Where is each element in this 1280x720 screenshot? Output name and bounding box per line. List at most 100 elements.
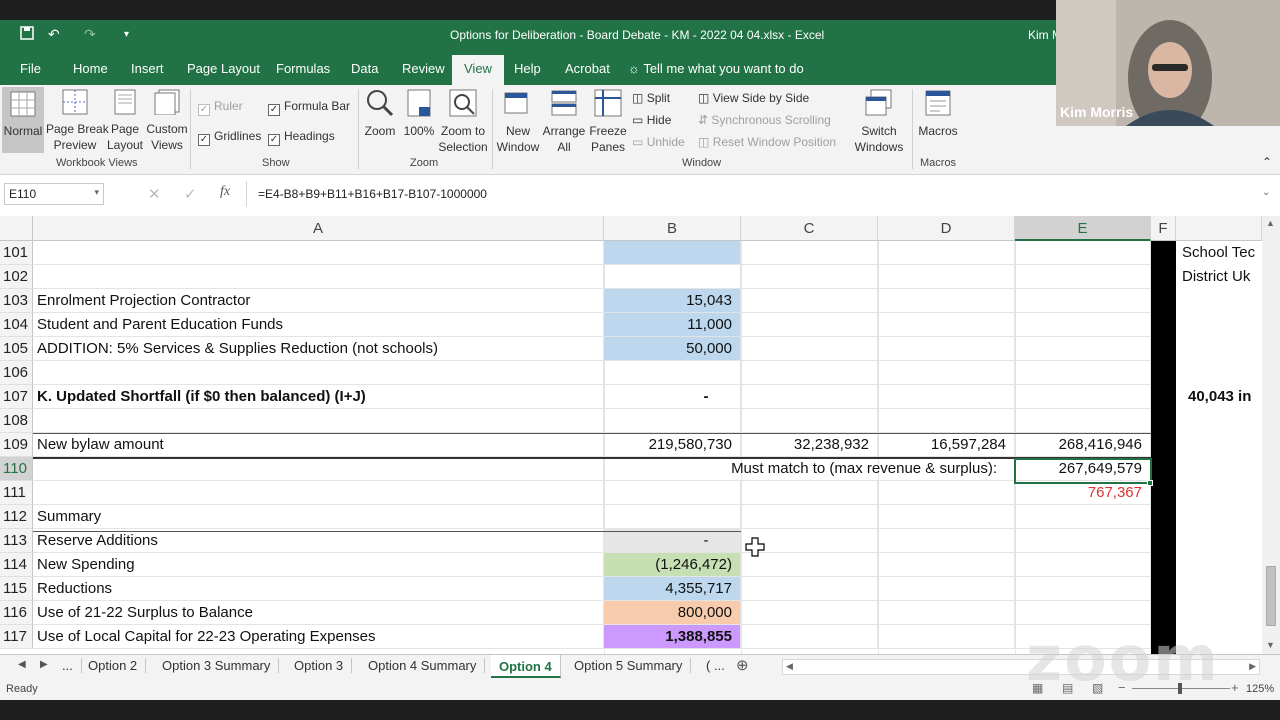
cell-a114[interactable]: New Spending xyxy=(33,553,604,577)
sheet-tab-option-3-summary[interactable]: Option 3 Summary xyxy=(154,658,280,673)
headings-checkbox[interactable]: ✓ Headings xyxy=(268,129,335,146)
cell-a102[interactable] xyxy=(33,265,604,289)
cell-e111[interactable]: 767,367 xyxy=(1015,481,1151,505)
cell-d116[interactable] xyxy=(878,601,1015,625)
cell-d106[interactable] xyxy=(878,361,1015,385)
undo-icon[interactable]: ↶ xyxy=(48,26,60,43)
column-header-b[interactable]: B xyxy=(604,216,741,241)
cell-a110[interactable] xyxy=(33,457,604,481)
cell-a109[interactable]: New bylaw amount xyxy=(33,433,604,457)
cell-d115[interactable] xyxy=(878,577,1015,601)
vertical-scroll-thumb[interactable] xyxy=(1266,566,1276,626)
cell-e103[interactable] xyxy=(1015,289,1151,313)
tab-review[interactable]: Review xyxy=(402,61,445,76)
cell-e109[interactable]: 268,416,946 xyxy=(1015,433,1151,457)
cell-c117[interactable] xyxy=(741,625,878,649)
cell-b112[interactable] xyxy=(604,505,741,529)
tab-formulas[interactable]: Formulas xyxy=(276,61,330,76)
sheet-tab-option-2[interactable]: Option 2 xyxy=(80,658,147,673)
cell-b103[interactable]: 15,043 xyxy=(604,289,741,313)
cell-d108[interactable] xyxy=(878,409,1015,433)
column-header-d[interactable]: D xyxy=(878,216,1015,241)
cell-a101[interactable] xyxy=(33,241,604,265)
row-header-112[interactable]: 112 xyxy=(0,505,33,529)
row-header-117[interactable]: 117 xyxy=(0,625,33,649)
normal-view-button[interactable]: Normal xyxy=(2,87,44,153)
cell-e108[interactable] xyxy=(1015,409,1151,433)
cell-a103[interactable]: Enrolment Projection Contractor xyxy=(33,289,604,313)
reset-window-position-button[interactable]: ◫ Reset Window Position xyxy=(698,135,836,149)
cell-c108[interactable] xyxy=(741,409,878,433)
cell-b101[interactable] xyxy=(604,241,741,265)
cell-a117[interactable]: Use of Local Capital for 22-23 Operating… xyxy=(33,625,604,649)
arrange-all-button[interactable]: Arrange All xyxy=(542,89,586,155)
cell-c102[interactable] xyxy=(741,265,878,289)
split-button[interactable]: ◫ Split xyxy=(632,91,670,105)
cell-c105[interactable] xyxy=(741,337,878,361)
cell-b117[interactable]: 1,388,855 xyxy=(604,625,741,649)
row-header-106[interactable]: 106 xyxy=(0,361,33,385)
cell-d114[interactable] xyxy=(878,553,1015,577)
row-header-110[interactable]: 110 xyxy=(0,457,33,481)
tab-file[interactable]: File xyxy=(20,61,41,76)
scroll-down-icon[interactable]: ▼ xyxy=(1266,640,1275,650)
cell-c101[interactable] xyxy=(741,241,878,265)
cell-b113[interactable]: - xyxy=(604,529,741,553)
next-sheet-icon[interactable]: ▶ xyxy=(40,659,48,670)
sheet-tab-option-4-summary[interactable]: Option 4 Summary xyxy=(360,658,486,673)
page-break-preview-button[interactable]: Page Break Preview xyxy=(46,89,109,155)
redo-icon[interactable]: ↷ xyxy=(84,26,96,43)
row-header-101[interactable]: 101 xyxy=(0,241,33,265)
tab-insert[interactable]: Insert xyxy=(131,61,164,76)
cell-b105[interactable]: 50,000 xyxy=(604,337,741,361)
cell-c104[interactable] xyxy=(741,313,878,337)
cell-e104[interactable] xyxy=(1015,313,1151,337)
tab-home[interactable]: Home xyxy=(73,61,108,76)
zoom-to-selection-button[interactable]: Zoom to Selection xyxy=(438,89,488,155)
cell-b116[interactable]: 800,000 xyxy=(604,601,741,625)
cell-d117[interactable] xyxy=(878,625,1015,649)
cell-e102[interactable] xyxy=(1015,265,1151,289)
cell-c107[interactable] xyxy=(741,385,878,409)
formula-bar-checkbox[interactable]: ✓ Formula Bar xyxy=(268,99,350,116)
row-header-108[interactable]: 108 xyxy=(0,409,33,433)
more-sheets-left[interactable]: ... xyxy=(54,658,82,673)
cell-a106[interactable] xyxy=(33,361,604,385)
expand-formula-bar-icon[interactable]: ⌄ xyxy=(1262,187,1270,198)
cell-e106[interactable] xyxy=(1015,361,1151,385)
save-icon[interactable] xyxy=(20,26,34,43)
row-header-103[interactable]: 103 xyxy=(0,289,33,313)
cell-c115[interactable] xyxy=(741,577,878,601)
custom-views-button[interactable]: Custom Views xyxy=(144,89,190,155)
sheet-tab-option-5-summary[interactable]: Option 5 Summary xyxy=(566,658,692,673)
zoom-100-button[interactable]: 100% xyxy=(400,89,438,149)
macros-button[interactable]: Macros xyxy=(916,89,960,155)
vertical-scrollbar[interactable]: ▲ ▼ xyxy=(1262,216,1280,654)
collapse-ribbon-icon[interactable]: ⌃ xyxy=(1262,155,1272,169)
cell-a112[interactable]: Summary xyxy=(33,505,604,529)
row-header-102[interactable]: 102 xyxy=(0,265,33,289)
row-header-109[interactable]: 109 xyxy=(0,433,33,457)
add-sheet-icon[interactable]: ⊕ xyxy=(736,656,749,674)
cell-b114[interactable]: (1,246,472) xyxy=(604,553,741,577)
new-window-button[interactable]: New Window xyxy=(496,89,540,155)
cell-b104[interactable]: 11,000 xyxy=(604,313,741,337)
cell-d111[interactable] xyxy=(878,481,1015,505)
synchronous-scrolling-button[interactable]: ⇵ Synchronous Scrolling xyxy=(698,113,831,127)
sheet-tab-option-3[interactable]: Option 3 xyxy=(286,658,353,673)
scroll-up-icon[interactable]: ▲ xyxy=(1266,218,1275,228)
freeze-panes-button[interactable]: Freeze Panes xyxy=(588,89,628,155)
cell-a104[interactable]: Student and Parent Education Funds xyxy=(33,313,604,337)
tab-page-layout[interactable]: Page Layout xyxy=(187,61,260,76)
name-box[interactable]: E110 ▾ xyxy=(4,183,104,205)
cell-c103[interactable] xyxy=(741,289,878,313)
scroll-right-icon[interactable]: ▶ xyxy=(1249,661,1256,672)
row-header-105[interactable]: 105 xyxy=(0,337,33,361)
enter-icon[interactable]: ✓ xyxy=(184,185,197,203)
cell-d107[interactable] xyxy=(878,385,1015,409)
formula-input[interactable]: =E4-B8+B9+B11+B16+B17-B107-1000000 xyxy=(258,187,487,201)
cell-d109[interactable]: 16,597,284 xyxy=(878,433,1015,457)
cell-c109[interactable]: 32,238,932 xyxy=(741,433,878,457)
cell-b109[interactable]: 219,580,730 xyxy=(604,433,741,457)
cell-c112[interactable] xyxy=(741,505,878,529)
